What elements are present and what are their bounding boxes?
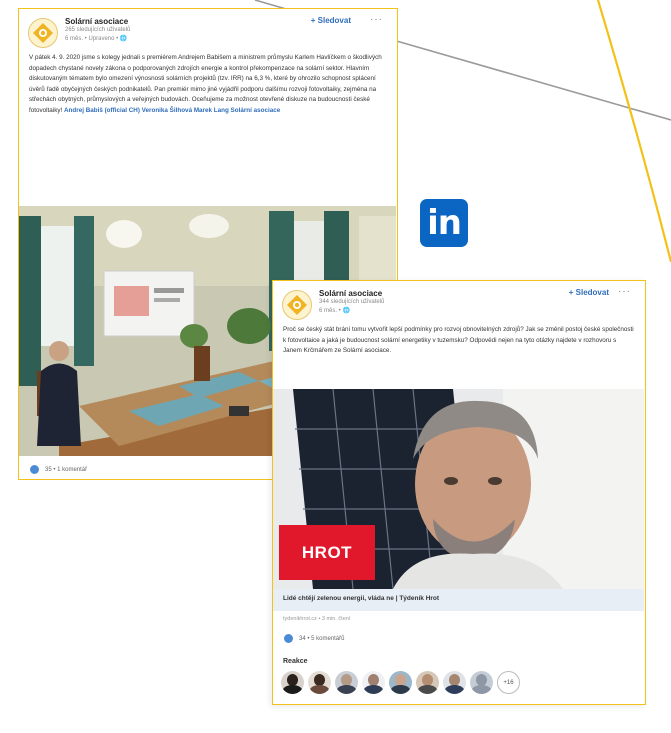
avatar[interactable] bbox=[416, 671, 439, 694]
link-source: tydenikhrot.cz • 3 min. čtení bbox=[283, 616, 351, 622]
company-logo-icon[interactable] bbox=[28, 18, 58, 48]
post-reactions[interactable]: 35 • 1 komentář bbox=[29, 464, 87, 475]
follow-button[interactable]: + Sledovat bbox=[569, 288, 609, 297]
hrot-badge: HROT bbox=[279, 525, 375, 580]
company-name[interactable]: Solární asociace bbox=[319, 289, 382, 298]
post-header: Solární asociace 265 sledujících uživate… bbox=[19, 9, 397, 53]
link-preview[interactable]: Lidé chtějí zelenou energii, vláda ne | … bbox=[273, 589, 644, 611]
post-meta: 6 měs. • 🌐 bbox=[319, 308, 350, 314]
more-options-icon[interactable]: ··· bbox=[618, 286, 631, 297]
post-tags[interactable]: Andrej Babiš (official CH) Veronika Šilh… bbox=[64, 107, 280, 114]
follower-count: 265 sledujících uživatelů bbox=[65, 27, 131, 33]
avatar[interactable] bbox=[470, 671, 493, 694]
like-icon bbox=[283, 633, 294, 644]
avatar[interactable] bbox=[335, 671, 358, 694]
reactions-heading: Reakce bbox=[283, 658, 308, 665]
link-title[interactable]: Lidé chtějí zelenou energii, vláda ne | … bbox=[283, 595, 439, 602]
more-options-icon[interactable]: ··· bbox=[370, 14, 383, 25]
post-text: V pátek 4. 9. 2020 jsme s kolegy jednali… bbox=[19, 53, 397, 117]
reactor-avatars: +16 bbox=[281, 671, 520, 694]
post-text: Proč se český stát brání tomu vytvořit l… bbox=[283, 326, 634, 355]
post-card-2: Solární asociace 344 sledujících uživate… bbox=[272, 280, 646, 705]
post-header: Solární asociace 344 sledujících uživate… bbox=[273, 281, 645, 325]
post-reactions[interactable]: 34 • 5 komentářů bbox=[283, 633, 344, 644]
like-icon bbox=[29, 464, 40, 475]
avatar[interactable] bbox=[281, 671, 304, 694]
linkedin-logo-icon: in bbox=[420, 199, 468, 247]
avatar[interactable] bbox=[362, 671, 385, 694]
company-name[interactable]: Solární asociace bbox=[65, 17, 128, 26]
company-logo-icon[interactable] bbox=[282, 290, 312, 320]
follow-button[interactable]: + Sledovat bbox=[311, 16, 351, 25]
avatar[interactable] bbox=[443, 671, 466, 694]
avatar[interactable] bbox=[389, 671, 412, 694]
post-body: V pátek 4. 9. 2020 jsme s kolegy jednali… bbox=[29, 54, 382, 114]
reaction-summary: 35 • 1 komentář bbox=[45, 466, 88, 473]
reaction-summary: 34 • 5 komentářů bbox=[299, 635, 345, 642]
post-meta: 6 měs. • Upraveno • 🌐 bbox=[65, 36, 128, 42]
more-reactors-button[interactable]: +16 bbox=[497, 671, 520, 694]
avatar[interactable] bbox=[308, 671, 331, 694]
follower-count: 344 sledujících uživatelů bbox=[319, 299, 385, 305]
